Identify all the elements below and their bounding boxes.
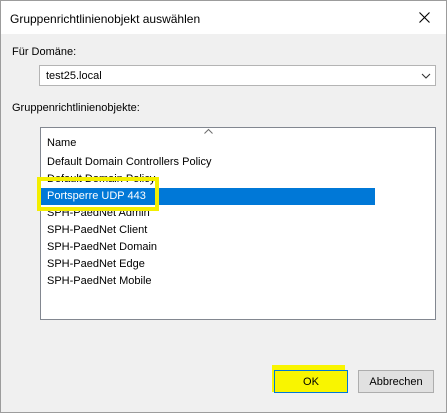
list-item[interactable]: SPH-PaedNet Client bbox=[41, 222, 435, 239]
close-button[interactable] bbox=[402, 1, 446, 34]
list-item-label: Portsperre UDP 443 bbox=[47, 190, 146, 202]
column-header-label: Name bbox=[47, 137, 77, 149]
sort-ascending-icon bbox=[204, 128, 213, 134]
list-item[interactable]: SPH-PaedNet Edge bbox=[41, 256, 435, 273]
list-item[interactable]: SPH-PaedNet Domain bbox=[41, 239, 435, 256]
close-icon bbox=[418, 12, 430, 23]
list-item[interactable]: SPH-PaedNet Admin bbox=[41, 205, 435, 222]
list-item[interactable]: SPH-PaedNet Mobile bbox=[41, 273, 435, 290]
cancel-button[interactable]: Abbrechen bbox=[358, 370, 434, 393]
select-gpo-dialog: Gruppenrichtlinienobjekt auswählen Für D… bbox=[0, 0, 447, 413]
list-item[interactable]: Default Domain Controllers Policy bbox=[41, 154, 435, 171]
list-item[interactable]: Default Domain Policy bbox=[41, 171, 435, 188]
gpo-list[interactable]: Name Default Domain Controllers Policy De… bbox=[40, 127, 436, 320]
gpo-list-label: Gruppenrichtlinienobjekte: bbox=[12, 102, 140, 114]
domain-value: test25.local bbox=[46, 70, 102, 82]
list-item-label: SPH-PaedNet Mobile bbox=[47, 275, 152, 287]
list-item-selected[interactable]: Portsperre UDP 443 bbox=[41, 188, 375, 205]
list-item-label: SPH-PaedNet Edge bbox=[47, 258, 145, 270]
title-bar: Gruppenrichtlinienobjekt auswählen bbox=[1, 1, 446, 34]
domain-label: Für Domäne: bbox=[12, 46, 77, 58]
window-title: Gruppenrichtlinienobjekt auswählen bbox=[10, 12, 201, 26]
list-item-label: SPH-PaedNet Admin bbox=[47, 207, 150, 219]
list-item-label: SPH-PaedNet Client bbox=[47, 224, 148, 236]
list-item-label: Default Domain Policy bbox=[47, 173, 156, 185]
chevron-down-icon bbox=[421, 73, 431, 79]
list-item-label: Default Domain Controllers Policy bbox=[47, 156, 212, 168]
list-item-label: SPH-PaedNet Domain bbox=[47, 241, 158, 253]
ok-button[interactable]: OK bbox=[274, 370, 348, 393]
domain-dropdown[interactable]: test25.local bbox=[39, 65, 436, 86]
column-header-name[interactable]: Name bbox=[41, 128, 435, 155]
